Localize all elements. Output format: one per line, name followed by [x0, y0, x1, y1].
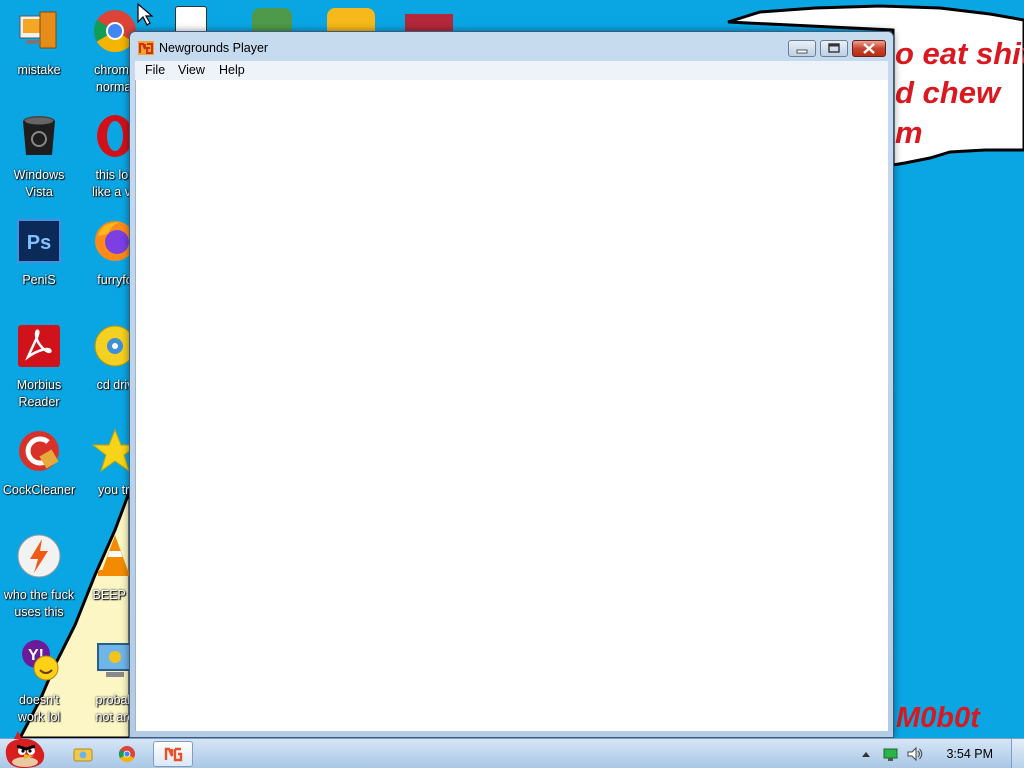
close-icon — [863, 43, 875, 54]
photoshop-icon: Ps — [17, 219, 61, 263]
desktop-icon-penis[interactable]: Ps PeniS — [0, 218, 78, 289]
taskbar-clock[interactable]: 3:54 PM — [946, 747, 993, 761]
window-title: Newgrounds Player — [159, 41, 269, 55]
ccleaner-icon — [19, 431, 59, 471]
newgrounds-icon — [164, 747, 183, 762]
newgrounds-player-window[interactable]: Newgrounds Player File View Help — [129, 31, 894, 738]
security-shield-icon[interactable] — [252, 8, 292, 32]
wallpaper-text-line-1: o eat shit — [895, 36, 1024, 71]
desktop-icon-cockcleaner[interactable]: CockCleaner — [0, 428, 78, 499]
desktop-icon-morbius-reader[interactable]: Morbius Reader — [0, 323, 78, 411]
solitaire-icon[interactable] — [175, 6, 207, 34]
desktop-icon-label: who the fuck uses this — [3, 588, 75, 619]
minimize-button[interactable] — [788, 40, 816, 57]
explorer-folder-icon — [73, 748, 93, 762]
menu-bar: File View Help — [135, 61, 888, 81]
minimize-icon — [796, 49, 808, 54]
menu-file[interactable]: File — [141, 63, 169, 77]
desktop-icon-label: Windows Vista — [13, 168, 65, 199]
desktop-icon-label: mistake — [17, 63, 61, 77]
desktop-icon-windows-vista[interactable]: Windows Vista — [0, 113, 78, 201]
wallpaper-signature: M0b0t — [896, 702, 980, 734]
start-angry-bird-icon — [5, 731, 45, 768]
desktop-icon-who-the-fuck-uses-this[interactable]: who the fuck uses this — [0, 533, 78, 621]
taskbar: 3:54 PM — [0, 731, 1024, 768]
desktop: o eat shit d chew m M0b0t mistake Window… — [0, 0, 1024, 768]
taskbar-explorer-button[interactable] — [64, 741, 102, 767]
wallpaper-text-line-2: d chew — [895, 75, 1001, 110]
taskbar-chrome-button[interactable] — [108, 741, 146, 767]
show-hidden-icons-chevron-icon[interactable] — [860, 749, 872, 759]
desktop-icon-label: PeniS — [22, 273, 56, 287]
desktop-icon-label: doesn't work lol — [17, 693, 61, 724]
window-titlebar[interactable]: Newgrounds Player — [130, 32, 893, 62]
volume-speaker-icon[interactable] — [906, 746, 924, 762]
yahoo-messenger-icon: Y! — [22, 640, 59, 681]
start-button[interactable] — [0, 729, 50, 768]
taskbar-newgrounds-player-button[interactable] — [153, 741, 193, 767]
close-button[interactable] — [852, 40, 886, 57]
desktop-icon-label: Morbius Reader — [16, 378, 62, 409]
maximize-icon — [828, 43, 840, 53]
desktop-icon-doesnt-work-lol[interactable]: Y! doesn't work lol — [0, 638, 78, 726]
acrobat-icon — [18, 325, 60, 367]
monitor-box-icon — [19, 11, 57, 49]
svg-text:Ps: Ps — [27, 232, 51, 254]
chrome-icon — [118, 746, 135, 763]
desktop-icon-label: CockCleaner — [2, 483, 76, 497]
red-x-app-icon[interactable] — [405, 14, 453, 32]
angry-birds-piggy-icon[interactable] — [327, 8, 375, 32]
desktop-icon-mistake[interactable]: mistake — [0, 8, 78, 79]
network-status-icon[interactable] — [882, 746, 900, 762]
lightning-icon — [17, 534, 61, 578]
newgrounds-logo-icon — [138, 41, 154, 55]
menu-help[interactable]: Help — [215, 63, 249, 77]
maximize-button[interactable] — [820, 40, 848, 57]
menu-view[interactable]: View — [174, 63, 209, 77]
show-desktop-button[interactable] — [1011, 739, 1024, 768]
trash-bin-icon — [23, 116, 55, 155]
wallpaper-text-line-3: m — [895, 115, 923, 150]
player-content-area[interactable] — [135, 80, 888, 731]
